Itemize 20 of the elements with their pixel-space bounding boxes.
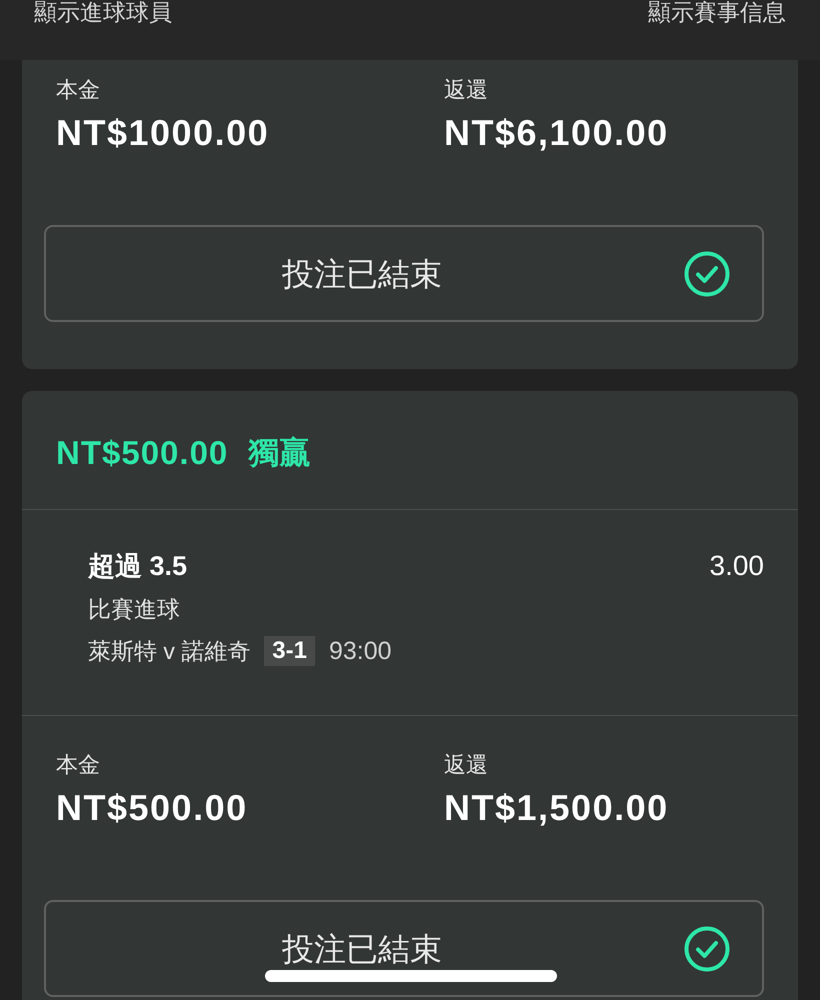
match-time: 93:00 (328, 636, 392, 667)
bet-type: 獨贏 (248, 434, 310, 472)
show-scorers-link[interactable]: 顯示進球球員 (34, 0, 172, 24)
bet-settled-button[interactable]: 投注已結束 (44, 225, 764, 322)
stake-label: 本金 (56, 753, 100, 777)
return-amount: NT$6,100.00 (444, 111, 669, 155)
bet-settled-button[interactable]: 投注已結束 (44, 900, 764, 997)
stake-label: 本金 (56, 78, 100, 102)
return-amount: NT$1,500.00 (444, 786, 669, 830)
match-name: 萊斯特 v 諾維奇 (88, 637, 250, 666)
score-badge: 3-1 (264, 636, 315, 666)
stake-amount: NT$1000.00 (56, 111, 270, 155)
selection-pick: 超過 3.5 (88, 550, 188, 583)
return-label: 返還 (444, 753, 488, 777)
return-label: 返還 (444, 78, 488, 102)
stake-amount: NT$500.00 (56, 786, 248, 830)
odds: 3.00 (710, 549, 764, 583)
market-name: 比賽進球 (88, 595, 180, 624)
show-match-info-link[interactable]: 顯示賽事信息 (648, 0, 786, 24)
bet-amount: NT$500.00 (56, 433, 228, 473)
